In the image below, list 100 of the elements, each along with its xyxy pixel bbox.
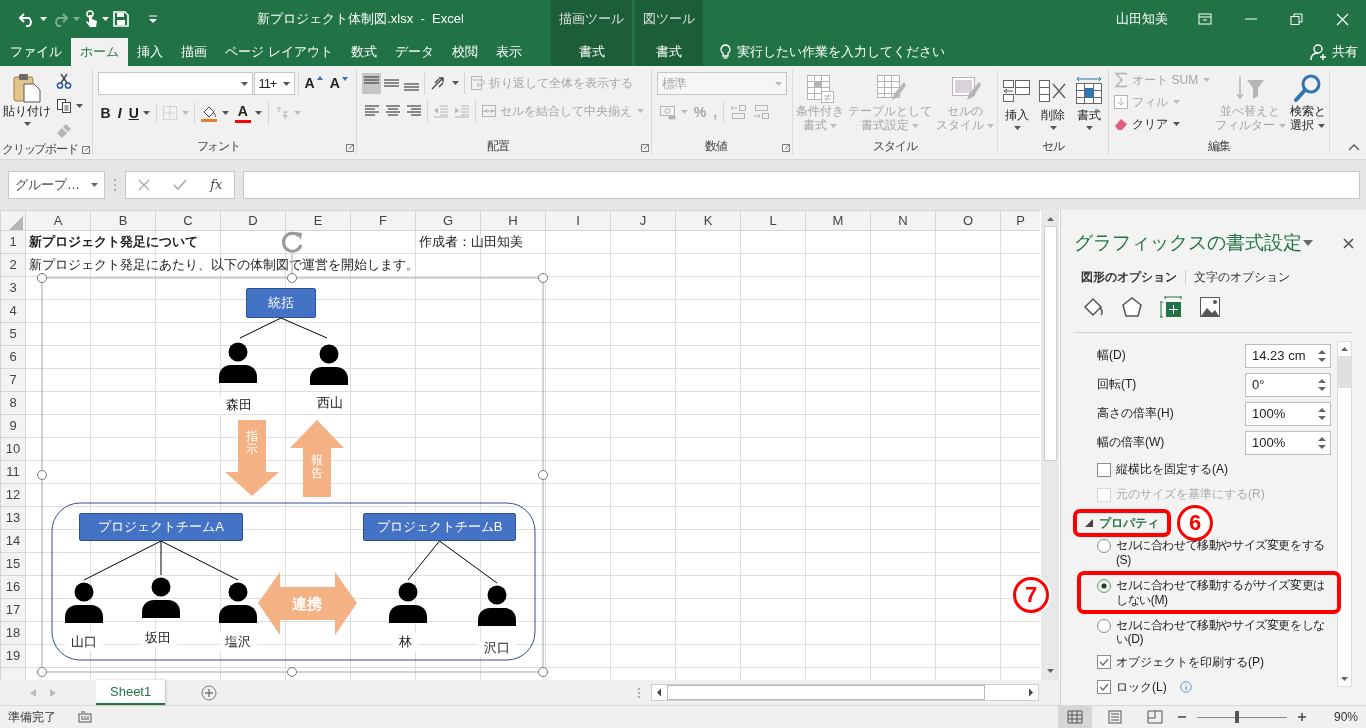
increase-font-button[interactable]: A bbox=[301, 74, 326, 93]
number-field[interactable]: 0° bbox=[1245, 372, 1331, 397]
window-title: 新プロジェクト体制図.xlsx - Excel bbox=[256, 11, 465, 27]
row-header[interactable]: 13 bbox=[0, 506, 26, 530]
column-header[interactable]: P bbox=[1000, 210, 1040, 231]
name-box[interactable]: グループ… bbox=[8, 171, 105, 199]
group-label: 配置 bbox=[487, 138, 509, 154]
row-header[interactable]: 8 bbox=[0, 391, 26, 415]
row-header[interactable]: 4 bbox=[0, 299, 26, 323]
find-select-button[interactable]: 検索と 選択 bbox=[1288, 70, 1327, 135]
ribbon-tab[interactable]: ホーム bbox=[71, 38, 128, 66]
row-header[interactable]: 14 bbox=[0, 529, 26, 553]
sheet-tab[interactable]: Sheet1 bbox=[96, 680, 166, 705]
column-header[interactable]: H bbox=[480, 210, 546, 231]
insert-button[interactable]: 挿入 bbox=[1000, 70, 1035, 133]
checkbox-label: 元のサイズを基準にする(R) bbox=[1116, 487, 1265, 502]
section-title[interactable]: プロパティ bbox=[1099, 516, 1159, 531]
column-header[interactable]: C bbox=[155, 210, 221, 231]
row-header[interactable]: 7 bbox=[0, 368, 26, 392]
font-size-field[interactable]: 11+ bbox=[253, 72, 295, 95]
step-number: 7 bbox=[1013, 577, 1049, 614]
cell-text: 新プロジェクト発足にあたり、以下の体制図で運営を開始します。 bbox=[29, 257, 419, 273]
ribbon-tab[interactable]: 書式 bbox=[551, 38, 632, 66]
format-button[interactable]: 書式 bbox=[1072, 70, 1107, 133]
insert-function-button[interactable]: fx bbox=[210, 177, 223, 193]
group-label: 編集 bbox=[1208, 138, 1230, 154]
row-header[interactable]: 18 bbox=[0, 621, 26, 645]
checkbox-label: 縦横比を固定する(A) bbox=[1116, 462, 1228, 477]
column-header[interactable]: M bbox=[805, 210, 871, 231]
radio-label: セルに合わせて移動やサイズ変更をする(S) bbox=[1116, 538, 1326, 568]
name-label: 林 bbox=[392, 633, 418, 651]
clear-button[interactable]: クリア bbox=[1111, 114, 1213, 134]
font-color-button[interactable]: A bbox=[231, 102, 265, 124]
row-header[interactable]: 12 bbox=[0, 483, 26, 507]
number-field[interactable]: 14.23 cm bbox=[1245, 343, 1331, 368]
ribbon-tab[interactable]: ページ レイアウト bbox=[216, 38, 342, 66]
group-label: セル bbox=[1042, 138, 1064, 154]
row-header[interactable]: 15 bbox=[0, 552, 26, 576]
column-header[interactable]: D bbox=[220, 210, 286, 231]
cell-text: 作成者：山田知美 bbox=[419, 234, 523, 250]
option-tab[interactable]: 図形のオプション bbox=[1073, 269, 1185, 285]
ribbon-tab[interactable]: データ bbox=[385, 38, 443, 66]
org-box: 統括 bbox=[246, 288, 316, 318]
cell-text: 新プロジェクト発足について bbox=[29, 234, 198, 250]
bold-button[interactable]: B bbox=[97, 103, 114, 123]
ribbon-tab[interactable]: 挿入 bbox=[128, 38, 172, 66]
name-label: 山口 bbox=[65, 633, 103, 651]
arrow-label: 報告 bbox=[311, 454, 323, 481]
name-label: 塩沢 bbox=[219, 633, 257, 651]
row-header[interactable]: 17 bbox=[0, 598, 26, 622]
row-header[interactable]: 10 bbox=[0, 437, 26, 461]
underline-button[interactable]: U bbox=[125, 103, 153, 123]
zoom-level[interactable]: 90% bbox=[1333, 709, 1358, 725]
column-header[interactable]: J bbox=[610, 210, 676, 231]
row-header[interactable]: 3 bbox=[0, 276, 26, 300]
ribbon-tab[interactable]: ファイル bbox=[0, 38, 71, 66]
column-header[interactable]: E bbox=[285, 210, 351, 231]
org-box: プロジェクトチームA bbox=[79, 513, 243, 541]
row-header[interactable]: 16 bbox=[0, 575, 26, 599]
row-header[interactable]: 2 bbox=[0, 253, 26, 277]
column-header[interactable]: K bbox=[675, 210, 741, 231]
row-header[interactable]: 11 bbox=[0, 460, 26, 484]
ribbon-tab[interactable]: 表示 bbox=[486, 38, 531, 66]
column-header[interactable]: O bbox=[935, 210, 1001, 231]
tool-group-label: 図ツール bbox=[643, 11, 695, 27]
group-label: フォント bbox=[196, 138, 240, 154]
number-field[interactable]: 100% bbox=[1245, 430, 1331, 455]
org-box: プロジェクトチームB bbox=[363, 513, 516, 541]
ribbon-tab[interactable]: 描画 bbox=[172, 38, 216, 66]
column-header[interactable]: L bbox=[740, 210, 806, 231]
name-label: 沢口 bbox=[478, 639, 516, 657]
column-header[interactable]: B bbox=[90, 210, 156, 231]
tell-me-field[interactable]: 実行したい作業を入力してください bbox=[731, 44, 1061, 60]
ribbon-tab[interactable]: 書式 bbox=[635, 38, 703, 66]
italic-button[interactable]: I bbox=[114, 103, 125, 123]
column-header[interactable]: G bbox=[415, 210, 481, 231]
decrease-font-button[interactable]: A bbox=[326, 74, 351, 93]
paste-button[interactable]: 貼り付け bbox=[2, 70, 52, 129]
checkbox-label: ロック(L) bbox=[1116, 680, 1167, 695]
column-header[interactable]: A bbox=[25, 210, 91, 231]
row-header[interactable]: 19 bbox=[0, 644, 26, 668]
column-header[interactable]: I bbox=[545, 210, 611, 231]
delete-button[interactable]: 削除 bbox=[1036, 70, 1071, 133]
checkbox-label: オブジェクトを印刷する(P) bbox=[1116, 655, 1264, 670]
ribbon-tab[interactable]: 校閲 bbox=[442, 38, 487, 66]
share-button[interactable]: 共有 bbox=[1332, 44, 1358, 60]
row-header[interactable]: 1 bbox=[0, 230, 26, 254]
column-header[interactable]: F bbox=[350, 210, 416, 231]
status-text: 準備完了 bbox=[8, 709, 56, 725]
column-header[interactable]: N bbox=[870, 210, 936, 231]
field-label: 回転(T) bbox=[1097, 377, 1137, 392]
option-tab[interactable]: 文字のオプション bbox=[1185, 269, 1298, 285]
name-label: 坂田 bbox=[139, 629, 177, 647]
row-header[interactable]: 6 bbox=[0, 345, 26, 369]
ribbon-tab[interactable]: 数式 bbox=[341, 38, 386, 66]
row-header[interactable]: 5 bbox=[0, 322, 26, 346]
number-field[interactable]: 100% bbox=[1245, 401, 1331, 426]
row-header[interactable]: 9 bbox=[0, 414, 26, 438]
group-label: 数値 bbox=[705, 138, 727, 154]
tool-group-label: 描画ツール bbox=[559, 11, 624, 27]
